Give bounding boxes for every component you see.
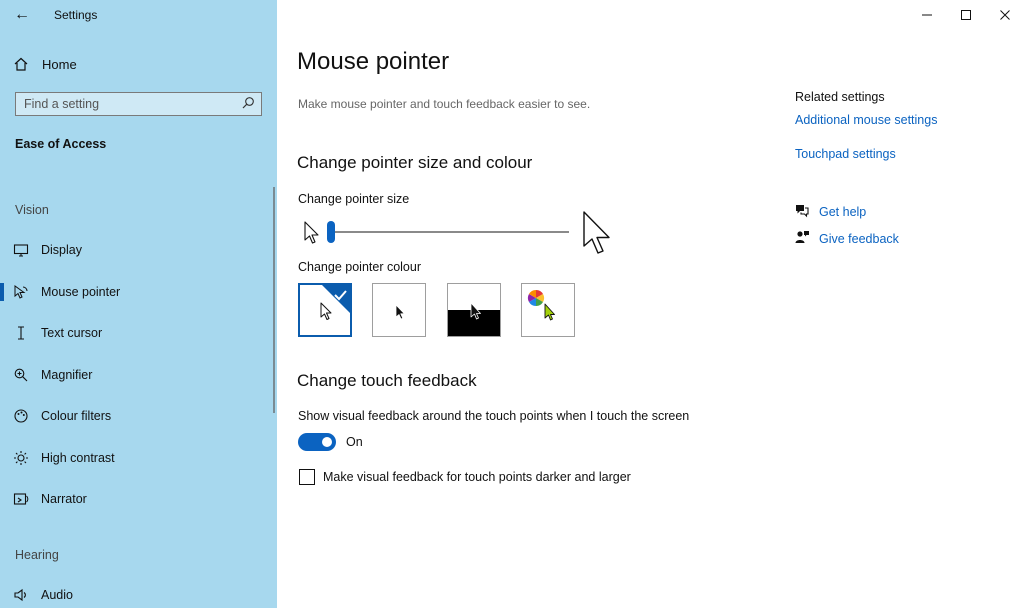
close-button[interactable] [985, 0, 1024, 30]
search-box[interactable] [15, 92, 262, 116]
sidebar-scrollbar[interactable] [273, 187, 275, 413]
black-pointer-icon [395, 304, 405, 320]
window-controls [907, 0, 1024, 30]
related-settings-heading: Related settings [795, 90, 885, 104]
white-pointer-icon [320, 285, 350, 320]
monitor-icon [12, 241, 30, 259]
sidebar-item-label: Colour filters [41, 409, 112, 423]
get-help-icon [794, 202, 810, 223]
colour-wheel-icon [527, 289, 555, 321]
home-nav-item[interactable]: Home [12, 52, 262, 76]
inverted-pointer-icon [448, 302, 500, 336]
settings-window: ← Settings Home Ease of Access Vision Di… [0, 0, 1024, 608]
sidebar-item-high-contrast[interactable]: High contrast [0, 440, 270, 476]
page-subtitle: Make mouse pointer and touch feedback ea… [298, 97, 591, 111]
pointer-colour-label: Change pointer colour [298, 260, 421, 274]
magnifier-icon [12, 366, 30, 384]
give-feedback-label: Give feedback [819, 232, 899, 246]
search-icon[interactable] [241, 96, 255, 115]
pointer-colour-black-tile[interactable] [372, 283, 426, 337]
audio-icon [12, 586, 30, 604]
maximize-button[interactable] [946, 0, 985, 30]
home-label: Home [42, 56, 77, 72]
sidebar-item-label: Narrator [41, 492, 87, 506]
pointer-colour-white-tile[interactable] [298, 283, 352, 337]
section-title: Ease of Access [15, 137, 107, 151]
pointer-size-label: Change pointer size [298, 192, 410, 206]
get-help-link[interactable]: Get help [794, 203, 866, 221]
colour-filters-icon [12, 407, 30, 425]
sidebar-item-label: Text cursor [41, 326, 103, 340]
touch-section-heading: Change touch feedback [297, 371, 477, 390]
touch-feedback-label: Show visual feedback around the touch po… [298, 409, 690, 423]
toggle-knob [322, 437, 332, 447]
darker-feedback-label[interactable]: Make visual feedback for touch points da… [323, 470, 631, 484]
get-help-label: Get help [819, 205, 867, 219]
text-cursor-icon [12, 324, 30, 342]
sidebar-item-label: Audio [41, 588, 73, 602]
pointer-colour-custom-tile[interactable] [521, 283, 575, 337]
sidebar-item-label: Mouse pointer [41, 285, 121, 299]
search-input[interactable] [16, 93, 234, 115]
mouse-pointer-icon [12, 283, 30, 301]
sidebar-item-label: High contrast [41, 451, 115, 465]
sidebar-item-label: Display [41, 243, 82, 257]
main-content: Mouse pointer Make mouse pointer and tou… [277, 0, 1024, 608]
title-bar-left: ← Settings [0, 0, 277, 30]
sidebar-item-mouse-pointer[interactable]: Mouse pointer [0, 274, 270, 310]
darker-feedback-checkbox[interactable] [299, 469, 315, 485]
sidebar-item-colour-filters[interactable]: Colour filters [0, 398, 270, 434]
give-feedback-link[interactable]: Give feedback [794, 230, 899, 248]
sidebar-item-display[interactable]: Display [0, 232, 270, 268]
minimize-button[interactable] [907, 0, 946, 30]
sidebar-item-magnifier[interactable]: Magnifier [0, 357, 270, 393]
narrator-icon [12, 490, 30, 508]
pointer-size-slider-thumb[interactable] [327, 221, 335, 243]
app-title: Settings [54, 8, 98, 22]
page-title: Mouse pointer [297, 48, 450, 75]
back-arrow-icon[interactable]: ← [12, 6, 32, 24]
give-feedback-icon [794, 229, 810, 250]
sidebar: ← Settings Home Ease of Access Vision Di… [0, 0, 277, 608]
sidebar-item-label: Magnifier [41, 368, 93, 382]
high-contrast-icon [12, 449, 30, 467]
group-hearing: Hearing [15, 548, 59, 562]
pointer-size-slider-track[interactable] [329, 231, 569, 233]
group-vision: Vision [15, 203, 49, 217]
large-pointer-icon [582, 210, 612, 261]
pointer-section-heading: Change pointer size and colour [297, 153, 533, 172]
home-icon [12, 55, 30, 73]
additional-mouse-settings-link[interactable]: Additional mouse settings [795, 113, 937, 127]
sidebar-item-narrator[interactable]: Narrator [0, 481, 270, 517]
toggle-state-label: On [346, 435, 363, 449]
touchpad-settings-link[interactable]: Touchpad settings [795, 147, 896, 161]
touch-feedback-toggle[interactable] [298, 433, 336, 451]
sidebar-item-text-cursor[interactable]: Text cursor [0, 315, 270, 351]
small-pointer-icon [304, 221, 320, 250]
pointer-colour-inverted-tile[interactable] [447, 283, 501, 337]
